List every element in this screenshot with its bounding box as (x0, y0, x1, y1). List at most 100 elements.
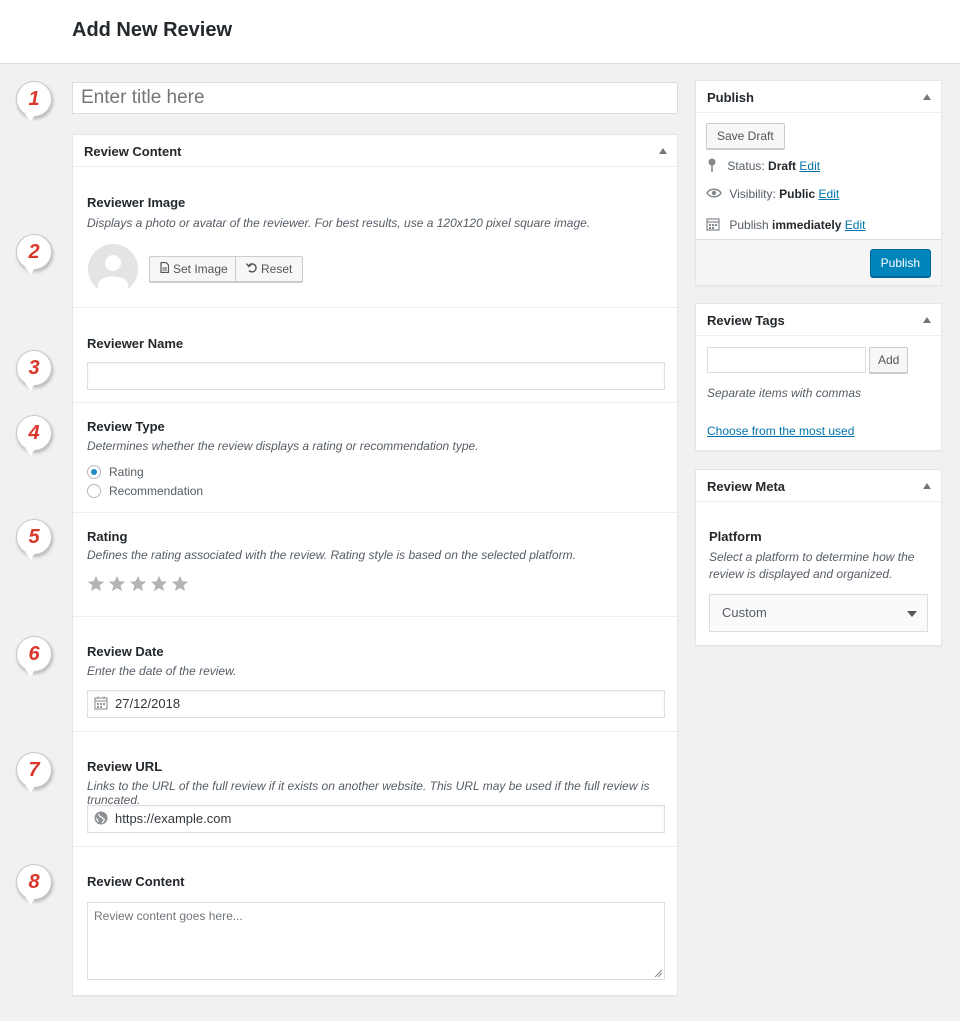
callout-badge-2: 2 (16, 234, 52, 275)
reviewer-image-description: Displays a photo or avatar of the review… (87, 216, 591, 230)
publish-actions: Publish (696, 239, 941, 285)
publish-box-header[interactable]: Publish (696, 81, 941, 113)
star-rating[interactable] (87, 575, 189, 593)
publish-button[interactable]: Publish (869, 249, 931, 277)
status-value: Draft (768, 159, 797, 173)
platform-label: Platform (709, 529, 762, 544)
callout-badge-4: 4 (16, 415, 52, 456)
schedule-edit-link[interactable]: Edit (845, 218, 866, 232)
review-content-label: Review Content (87, 874, 185, 889)
globe-icon (94, 811, 108, 825)
reviewer-image-section: Reviewer Image Displays a photo or avata… (73, 168, 677, 308)
collapse-arrow-icon[interactable] (923, 317, 931, 323)
review-url-placeholder: https://example.com (115, 811, 232, 826)
review-date-label: Review Date (87, 644, 164, 659)
platform-select[interactable]: Custom (709, 594, 928, 632)
rating-description: Defines the rating associated with the r… (87, 548, 576, 562)
review-tags-box: Review Tags Add Separate items with comm… (695, 303, 942, 451)
set-image-button[interactable]: Set Image (149, 256, 239, 282)
resize-grip-icon[interactable] (654, 969, 662, 977)
review-url-section: Review URL Links to the URL of the full … (73, 732, 677, 847)
review-content-section: Review Content Review content goes here.… (73, 847, 677, 996)
page-header: Add New Review (0, 0, 960, 64)
review-date-section: Review Date Enter the date of the review… (73, 617, 677, 732)
pin-icon (708, 158, 716, 172)
undo-icon (245, 257, 257, 281)
rating-label: Rating (87, 529, 128, 544)
star-icon[interactable] (129, 575, 147, 593)
page-title: Add New Review (72, 19, 233, 41)
callout-badge-6: 6 (16, 636, 52, 677)
review-type-label: Review Type (87, 419, 165, 434)
add-tag-button[interactable]: Add (869, 347, 909, 373)
collapse-arrow-icon[interactable] (923, 94, 931, 100)
review-tags-box-header[interactable]: Review Tags (696, 304, 941, 336)
recommendation-radio-label[interactable]: Recommendation (109, 484, 203, 498)
save-draft-button[interactable]: Save Draft (706, 123, 785, 149)
review-meta-box-title: Review Meta (707, 479, 786, 494)
review-date-input[interactable]: 27/12/2018 (87, 690, 665, 718)
chevron-down-icon (907, 611, 917, 617)
visibility-edit-link[interactable]: Edit (819, 187, 840, 201)
callout-badge-5: 5 (16, 519, 52, 560)
publish-box: Publish Save Draft Status: Draft Edit Vi… (695, 80, 942, 286)
tags-help-text: Separate items with commas (707, 386, 862, 400)
visibility-value: Public (779, 187, 816, 201)
review-content-placeholder: Review content goes here... (94, 909, 243, 923)
avatar-placeholder-icon (88, 244, 138, 294)
collapse-arrow-icon[interactable] (659, 148, 667, 154)
star-icon[interactable] (171, 575, 189, 593)
schedule-row: Publish immediately Edit (706, 217, 865, 232)
reviewer-image-label: Reviewer Image (87, 195, 186, 210)
status-edit-link[interactable]: Edit (799, 159, 820, 173)
status-row: Status: Draft Edit (706, 158, 820, 173)
star-icon[interactable] (150, 575, 168, 593)
review-meta-box: Review Meta Platform Select a platform t… (695, 469, 942, 646)
title-input[interactable] (72, 82, 678, 114)
review-content-box: Review Content Reviewer Image Displays a… (72, 134, 678, 996)
most-used-tags-link[interactable]: Choose from the most used (707, 424, 854, 438)
rating-section: Rating Defines the rating associated wit… (73, 513, 677, 617)
review-content-textarea[interactable]: Review content goes here... (87, 902, 665, 980)
platform-description: Select a platform to determine how the r… (709, 550, 915, 581)
reviewer-name-input[interactable] (87, 362, 665, 390)
review-date-description: Enter the date of the review. (87, 664, 237, 678)
status-label: Status: (727, 159, 765, 173)
publish-box-title: Publish (707, 90, 754, 105)
calendar-icon (94, 696, 108, 710)
collapse-arrow-icon[interactable] (923, 483, 931, 489)
review-url-label: Review URL (87, 759, 163, 774)
review-meta-box-header[interactable]: Review Meta (696, 470, 941, 502)
review-content-box-header[interactable]: Review Content (73, 135, 677, 167)
review-content-box-title: Review Content (84, 144, 182, 159)
star-icon[interactable] (108, 575, 126, 593)
review-tags-box-title: Review Tags (707, 313, 785, 328)
callout-badge-1: 1 (16, 81, 52, 122)
callout-badge-3: 3 (16, 350, 52, 391)
visibility-label: Visibility: (729, 187, 776, 201)
rating-radio-label[interactable]: Rating (109, 465, 144, 479)
callout-badge-8: 8 (16, 864, 52, 905)
publish-schedule-label: Publish (729, 218, 769, 232)
callout-badge-7: 7 (16, 752, 52, 793)
document-icon (160, 257, 170, 281)
publish-schedule-value: immediately (772, 218, 842, 232)
review-url-input[interactable]: https://example.com (87, 805, 665, 833)
review-type-description: Determines whether the review displays a… (87, 439, 479, 453)
reviewer-name-label: Reviewer Name (87, 336, 184, 351)
review-date-value: 27/12/2018 (115, 696, 181, 711)
set-image-label: Set Image (173, 262, 228, 276)
tag-input[interactable] (707, 347, 866, 373)
rating-radio[interactable] (87, 465, 101, 479)
recommendation-radio[interactable] (87, 484, 101, 498)
star-icon[interactable] (87, 575, 105, 593)
reviewer-name-section: Reviewer Name (73, 308, 677, 403)
platform-selected-value: Custom (722, 605, 767, 620)
calendar-icon (706, 218, 720, 231)
review-type-section: Review Type Determines whether the revie… (73, 403, 677, 513)
visibility-row: Visibility: Public Edit (706, 187, 839, 201)
eye-icon (706, 188, 722, 198)
reset-button[interactable]: Reset (235, 256, 304, 282)
reset-label: Reset (261, 262, 293, 276)
review-url-description: Links to the URL of the full review if i… (87, 779, 650, 807)
